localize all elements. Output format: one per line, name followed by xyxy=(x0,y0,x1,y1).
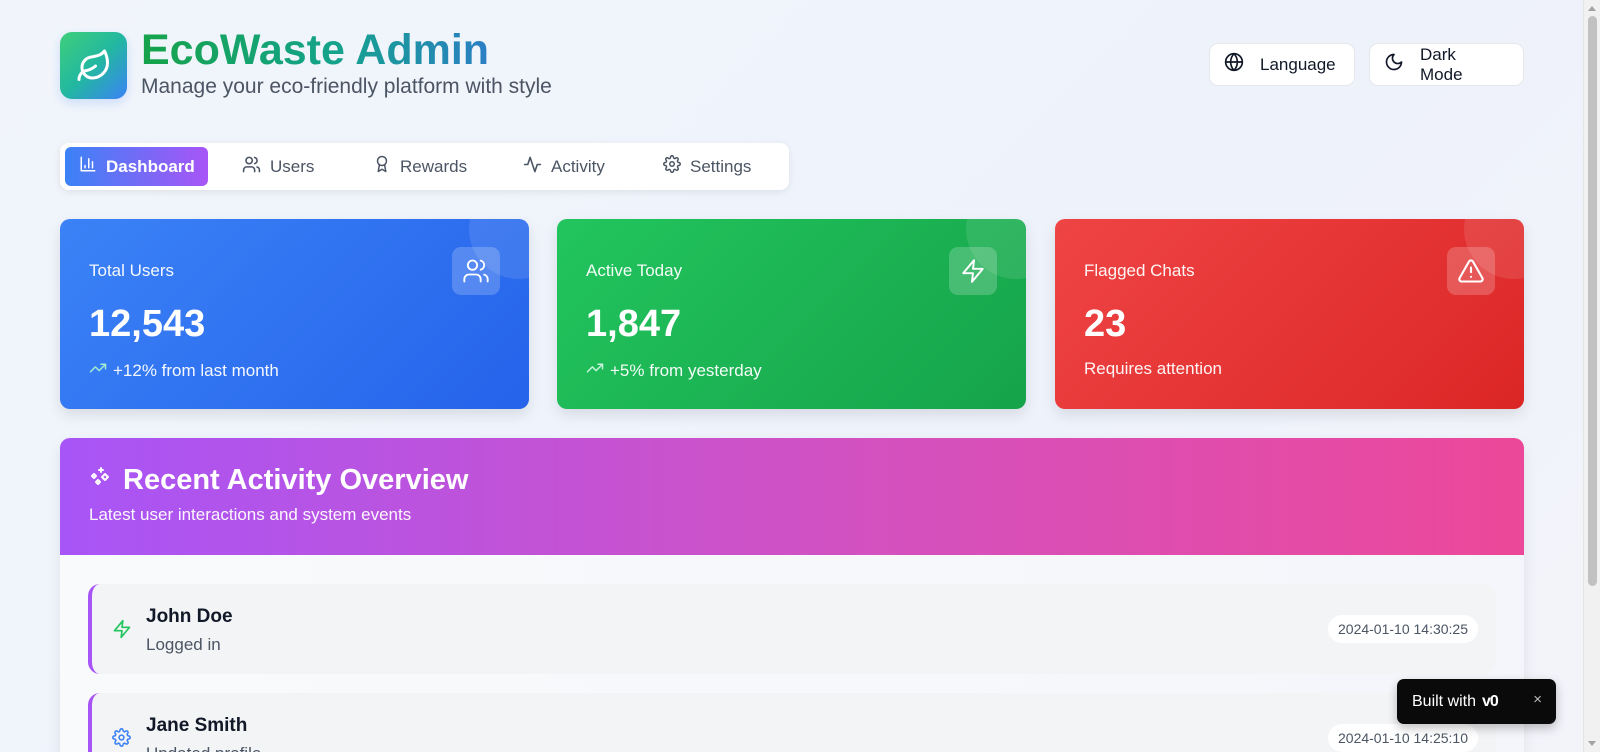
language-button[interactable]: Language xyxy=(1209,43,1355,86)
activity-item[interactable]: Jane Smith Updated profile 2024-01-10 14… xyxy=(88,693,1496,752)
bar-chart-icon xyxy=(79,155,97,178)
globe-icon xyxy=(1224,52,1244,77)
scroll-thumb[interactable] xyxy=(1588,16,1597,586)
stat-value: 1,847 xyxy=(586,303,682,345)
stat-card-active-today: Active Today 1,847 +5% from yesterday xyxy=(557,219,1026,409)
scrollbar[interactable] xyxy=(1583,0,1600,752)
tab-label: Rewards xyxy=(400,156,468,176)
users-icon xyxy=(242,155,261,179)
built-with-v0-badge[interactable]: Built with v0 × xyxy=(1397,679,1556,724)
award-icon xyxy=(373,155,391,178)
stat-note-text: Requires attention xyxy=(1084,359,1222,378)
tab-label: Activity xyxy=(551,156,605,176)
trending-up-icon xyxy=(89,359,107,382)
recent-activity-panel: Recent Activity Overview Latest user int… xyxy=(60,438,1524,752)
tab-label: Users xyxy=(270,156,315,176)
moon-icon xyxy=(1384,52,1404,77)
tab-rewards[interactable]: Rewards xyxy=(359,147,481,186)
stat-note-text: +12% from last month xyxy=(113,360,279,380)
stat-value: 23 xyxy=(1084,303,1127,345)
scroll-down-arrow[interactable] xyxy=(1588,741,1596,746)
page-header: EcoWaste Admin Manage your eco-friendly … xyxy=(60,26,1524,102)
dark-mode-label: Dark Mode xyxy=(1420,44,1463,84)
leaf-logo-icon xyxy=(60,32,127,99)
tab-label: Settings xyxy=(690,156,752,176)
users-icon xyxy=(452,247,500,295)
activity-header: Recent Activity Overview Latest user int… xyxy=(60,438,1524,555)
settings-icon xyxy=(663,155,681,178)
app-subtitle: Manage your eco-friendly platform with s… xyxy=(141,75,552,98)
settings-icon xyxy=(112,728,131,752)
activity-icon xyxy=(523,155,542,179)
activity-item[interactable]: John Doe Logged in 2024-01-10 14:30:25 xyxy=(88,584,1496,674)
zap-icon xyxy=(112,619,132,644)
stat-note: +5% from yesterday xyxy=(586,359,762,382)
activity-user-name: Jane Smith xyxy=(146,715,248,736)
tab-label: Dashboard xyxy=(106,156,195,176)
badge-text: Built with xyxy=(1412,692,1477,710)
app-title: EcoWaste Admin xyxy=(141,26,490,74)
stat-note: Requires attention xyxy=(1084,359,1222,379)
stat-note: +12% from last month xyxy=(89,359,279,382)
dark-mode-button[interactable]: Dark Mode xyxy=(1369,43,1524,86)
close-icon[interactable]: × xyxy=(1533,691,1542,708)
activity-timestamp: 2024-01-10 14:30:25 xyxy=(1328,615,1478,643)
stat-label: Total Users xyxy=(89,261,175,280)
stat-value: 12,543 xyxy=(89,303,206,345)
activity-action: Logged in xyxy=(146,635,221,654)
tab-users[interactable]: Users xyxy=(228,147,328,186)
tab-activity[interactable]: Activity xyxy=(509,147,619,186)
stat-note-text: +5% from yesterday xyxy=(610,360,762,380)
scroll-up-arrow[interactable] xyxy=(1588,6,1596,11)
activity-subtitle: Latest user interactions and system even… xyxy=(89,505,412,524)
stat-card-total-users: Total Users 12,543 +12% from last month xyxy=(60,219,529,409)
stat-label: Active Today xyxy=(586,261,683,280)
alert-triangle-icon xyxy=(1447,247,1495,295)
main-nav: Dashboard Users Rewards Activity Setting… xyxy=(60,143,789,190)
activity-action: Updated profile xyxy=(146,744,261,752)
tab-dashboard[interactable]: Dashboard xyxy=(65,147,208,186)
tab-settings[interactable]: Settings xyxy=(649,147,765,186)
activity-title: Recent Activity Overview xyxy=(89,464,468,497)
stat-label: Flagged Chats xyxy=(1084,261,1195,280)
activity-timestamp: 2024-01-10 14:25:10 xyxy=(1328,724,1478,752)
trending-up-icon xyxy=(586,359,604,382)
v0-logo-icon: v0 xyxy=(1482,692,1499,710)
activity-user-name: John Doe xyxy=(146,606,233,627)
activity-title-text: Recent Activity Overview xyxy=(123,464,469,496)
stat-card-flagged-chats: Flagged Chats 23 Requires attention xyxy=(1055,219,1524,409)
zap-icon xyxy=(949,247,997,295)
language-label: Language xyxy=(1260,54,1336,74)
sparkles-icon xyxy=(89,464,113,497)
activity-list: John Doe Logged in 2024-01-10 14:30:25 J… xyxy=(60,555,1524,752)
